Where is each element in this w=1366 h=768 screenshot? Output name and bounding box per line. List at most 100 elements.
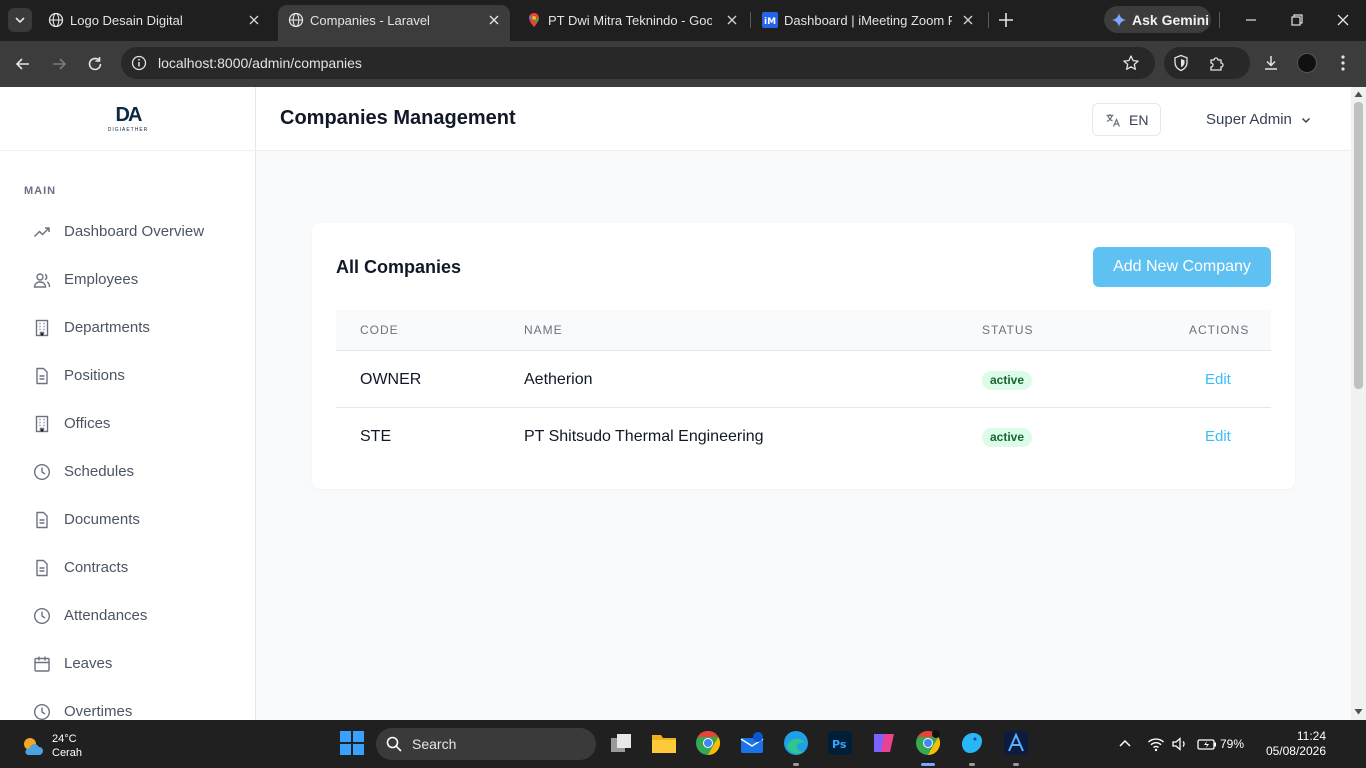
- sidebar-section-title: MAIN: [24, 185, 57, 197]
- sidebar-item-contracts[interactable]: Contracts: [24, 548, 234, 588]
- users-icon: [33, 273, 51, 288]
- tab-google-maps[interactable]: PT Dwi Mitra Teknindo - Google: [516, 0, 748, 41]
- window-close-icon[interactable]: [1334, 11, 1352, 29]
- company-name: PT Shitsudo Thermal Engineering: [524, 428, 764, 445]
- battery-icon[interactable]: [1197, 735, 1217, 753]
- user-menu[interactable]: Super Admin: [1206, 111, 1312, 128]
- shield-extension-icon[interactable]: [1172, 54, 1190, 72]
- puzzle-extensions-icon[interactable]: [1208, 54, 1226, 72]
- tab-title: Dashboard | iMeeting Zoom Pr: [784, 13, 952, 28]
- browser-tab-bar: Logo Desain Digital Companies - Laravel …: [0, 0, 1366, 41]
- clock-icon: [33, 607, 51, 625]
- tab-separator: [1219, 12, 1220, 28]
- taskbar-search[interactable]: Search: [376, 728, 596, 760]
- scrollbar-thumb[interactable]: [1354, 102, 1363, 389]
- user-name: Super Admin: [1206, 111, 1292, 128]
- system-clock[interactable]: 11:24 05/08/2026: [1256, 729, 1326, 759]
- table-header: CODE NAME STATUS ACTIONS: [336, 310, 1271, 351]
- download-icon[interactable]: [1262, 54, 1280, 72]
- sidebar-item-label: Offices: [64, 415, 111, 432]
- column-header-name: NAME: [524, 323, 563, 337]
- sidebar-item-departments[interactable]: Departments: [24, 308, 234, 348]
- close-icon[interactable]: [724, 12, 740, 28]
- wifi-icon[interactable]: [1147, 735, 1165, 753]
- sidebar-item-leaves[interactable]: Leaves: [24, 644, 234, 684]
- chevron-up-icon[interactable]: [1116, 735, 1134, 753]
- add-new-company-button[interactable]: Add New Company: [1093, 247, 1271, 287]
- companies-card: All Companies Add New Company CODE NAME …: [312, 223, 1295, 489]
- sidebar-item-employees[interactable]: Employees: [24, 260, 234, 300]
- sidebar-item-label: Attendances: [64, 607, 148, 624]
- url-text[interactable]: localhost:8000/admin/companies: [158, 55, 362, 71]
- reload-icon[interactable]: [85, 54, 105, 74]
- trending-up-icon: [33, 227, 50, 238]
- tab-separator: [988, 12, 989, 28]
- volume-icon[interactable]: [1171, 735, 1189, 753]
- clock-icon: [33, 463, 51, 481]
- active-indicator: [921, 763, 935, 766]
- sidebar-item-positions[interactable]: Positions: [24, 356, 234, 396]
- file-explorer-icon[interactable]: [651, 730, 677, 756]
- scroll-up-arrow-icon[interactable]: [1354, 90, 1363, 98]
- windows-taskbar: 24°C Cerah Search Ps 79% 11:24 05/08/202…: [0, 720, 1366, 768]
- restore-icon[interactable]: [1288, 11, 1306, 29]
- sidebar-item-label: Positions: [64, 367, 125, 384]
- colorful-app-icon[interactable]: [871, 730, 897, 756]
- edge-icon[interactable]: [783, 730, 809, 756]
- sidebar-item-schedules[interactable]: Schedules: [24, 452, 234, 492]
- task-view-icon[interactable]: [608, 730, 634, 756]
- close-icon[interactable]: [486, 12, 502, 28]
- back-arrow-icon[interactable]: [13, 54, 33, 74]
- chevron-down-icon: [15, 17, 25, 24]
- forward-arrow-icon[interactable]: [49, 54, 69, 74]
- scroll-down-arrow-icon[interactable]: [1354, 708, 1363, 716]
- arc-app-icon[interactable]: [1003, 730, 1029, 756]
- document-icon: [36, 559, 48, 577]
- sidebar-item-dashboard-overview[interactable]: Dashboard Overview: [24, 212, 234, 252]
- tab-separator: [750, 12, 751, 28]
- more-vertical-icon[interactable]: [1334, 53, 1352, 73]
- minimize-icon[interactable]: [1242, 11, 1260, 29]
- weather-temp: 24°C: [52, 733, 77, 745]
- photoshop-icon[interactable]: Ps: [827, 730, 853, 756]
- calendar-icon: [34, 656, 50, 672]
- column-header-status: STATUS: [982, 323, 1034, 337]
- table-row: STE PT Shitsudo Thermal Engineering acti…: [336, 408, 1271, 465]
- tab-search-button[interactable]: [8, 8, 32, 32]
- sidebar-item-overtimes[interactable]: Overtimes: [24, 692, 234, 720]
- company-name: Aetherion: [524, 371, 593, 388]
- document-icon: [36, 511, 48, 529]
- bird-app-icon[interactable]: [959, 730, 985, 756]
- tab-imeeting[interactable]: iM Dashboard | iMeeting Zoom Pr: [752, 0, 984, 41]
- sidebar-item-documents[interactable]: Documents: [24, 500, 234, 540]
- sidebar-item-label: Employees: [64, 271, 139, 288]
- table-row: OWNER Aetherion active Edit: [336, 351, 1271, 408]
- sidebar-item-attendances[interactable]: Attendances: [24, 596, 234, 636]
- column-header-actions: ACTIONS: [1189, 323, 1250, 337]
- logo-wordmark: DIGIAETHER: [107, 126, 149, 133]
- svg-text:iM: iM: [764, 17, 776, 27]
- edit-link[interactable]: Edit: [1205, 371, 1231, 388]
- chrome-profile-icon[interactable]: [915, 730, 941, 756]
- site-info-icon[interactable]: [131, 55, 147, 71]
- weather-widget[interactable]: 24°C Cerah: [20, 732, 82, 760]
- sidebar-item-offices[interactable]: Offices: [24, 404, 234, 444]
- bookmark-star-icon[interactable]: [1122, 54, 1140, 72]
- edit-link[interactable]: Edit: [1205, 428, 1231, 445]
- app-logo[interactable]: DA DIGIAETHER: [0, 87, 256, 151]
- close-icon[interactable]: [246, 12, 262, 28]
- battery-percent: 79%: [1220, 737, 1245, 751]
- sidebar: DA DIGIAETHER MAIN Dashboard Overview Em…: [0, 87, 256, 720]
- profile-avatar[interactable]: [1297, 53, 1317, 73]
- chevron-down-icon: [1301, 117, 1310, 123]
- ask-gemini-button[interactable]: Ask Gemini: [1104, 6, 1211, 33]
- mail-icon[interactable]: [739, 730, 765, 756]
- close-icon[interactable]: [960, 12, 976, 28]
- tab-companies-laravel[interactable]: Companies - Laravel: [278, 5, 510, 41]
- new-tab-plus-icon[interactable]: [996, 10, 1016, 30]
- language-switcher[interactable]: EN: [1092, 103, 1161, 136]
- sidebar-item-label: Departments: [64, 319, 150, 336]
- windows-start-icon[interactable]: [339, 730, 365, 756]
- chrome-icon[interactable]: [695, 730, 721, 756]
- tab-logo-desain[interactable]: Logo Desain Digital: [38, 0, 270, 41]
